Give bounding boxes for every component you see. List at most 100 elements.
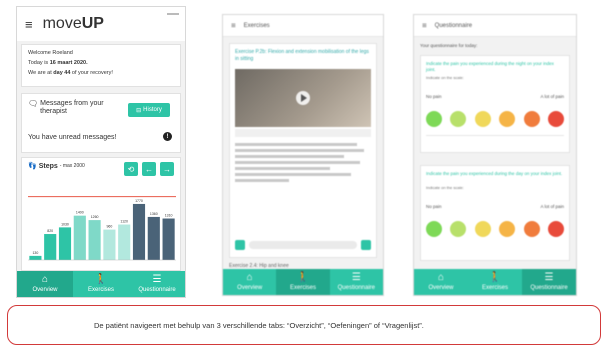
- tab-questionnaire[interactable]: ☰ Questionnaire: [522, 269, 576, 295]
- messages-title: 🗨 Messages from your therapist: [28, 99, 104, 116]
- app-header: ≡ Exercises: [223, 15, 383, 37]
- steps-bar: [73, 215, 86, 260]
- questionnaire-intro: Your questionnaire for today:: [420, 43, 478, 48]
- face-option-icon[interactable]: [474, 221, 491, 237]
- steps-controls: ⟲ ← →: [124, 162, 174, 176]
- questionnaire-screen: ≡ Questionnaire Your questionnaire for t…: [413, 14, 577, 296]
- steps-bar: [118, 224, 131, 260]
- face-option-icon[interactable]: [523, 221, 540, 237]
- steps-bar: [29, 255, 42, 260]
- question-subtext: Indicate on the scale:: [426, 185, 464, 190]
- arrow-right-icon: →: [163, 164, 171, 174]
- bar-data-label: 1260: [91, 215, 99, 219]
- home-icon: ⌂: [437, 272, 445, 283]
- question-card: Indicate the pain you experienced during…: [420, 55, 570, 153]
- exercise-footer: [235, 239, 371, 251]
- steps-bar: [147, 216, 160, 260]
- bar-data-label: 1120: [120, 220, 128, 224]
- messages-card: 🗨 Messages from your therapist ⊟ History…: [21, 93, 181, 153]
- exercise-card: Exercise P.2b: Flexion and extension mob…: [229, 43, 377, 258]
- bar-data-label: 1030: [61, 222, 69, 226]
- divider: [426, 135, 564, 136]
- bar-data-label: 1770: [135, 199, 143, 203]
- refresh-button[interactable]: ⟲: [124, 162, 138, 176]
- hamburger-menu-icon[interactable]: ≡: [25, 17, 33, 32]
- home-icon: ⌂: [246, 272, 253, 283]
- question-text: Indicate the pain you experienced during…: [426, 171, 563, 176]
- next-button[interactable]: →: [160, 162, 174, 176]
- app-header: ≡ moveUP: [17, 7, 185, 41]
- face-option-icon[interactable]: [499, 221, 516, 237]
- steps-bar: [132, 203, 146, 260]
- question-subtext: Indicate on the scale:: [426, 75, 464, 80]
- list-icon: ☰: [351, 272, 361, 283]
- comment-field[interactable]: [249, 241, 357, 249]
- video-controls[interactable]: [235, 129, 371, 137]
- pain-scale-labels: No pain A lot of pain: [426, 94, 564, 99]
- alert-icon: !: [163, 132, 172, 141]
- play-icon[interactable]: [296, 91, 310, 105]
- tab-overview[interactable]: ⌂ Overview: [414, 269, 468, 295]
- exercise-video[interactable]: [235, 69, 371, 127]
- walk-icon: 🚶: [488, 272, 502, 283]
- face-option-icon[interactable]: [474, 111, 491, 127]
- welcome-card: Welcome Roeland Today is 16 maart 2020. …: [21, 44, 181, 87]
- hamburger-menu-icon[interactable]: ≡: [422, 21, 427, 30]
- recovery-text: We are at day 44 of your recovery!: [28, 70, 113, 76]
- steps-title: Steps: [38, 162, 58, 170]
- list-icon: ☰: [152, 274, 162, 285]
- pain-face-options: [426, 221, 564, 237]
- app-logo: moveUP: [42, 15, 104, 32]
- pain-face-options: [426, 111, 564, 127]
- face-option-icon[interactable]: [450, 221, 467, 237]
- tab-bar: ⌂ Overview 🚶 Exercises ☰ Questionnaire: [414, 269, 576, 295]
- app-header: ≡ Questionnaire: [414, 15, 576, 37]
- bar-data-label: 1360: [150, 212, 158, 216]
- bar-data-label: 960: [106, 225, 112, 229]
- history-icon: ⊟: [136, 107, 142, 114]
- history-button[interactable]: ⊟ History: [128, 103, 170, 117]
- face-option-icon[interactable]: [499, 111, 516, 127]
- steps-bar: [88, 220, 101, 260]
- steps-chart: 130 820 1030 1400 1260 960 1120 1770 1360 1310: [28, 196, 176, 261]
- face-option-icon[interactable]: [426, 111, 442, 127]
- walk-icon: 🚶: [296, 272, 310, 283]
- face-option-icon[interactable]: [450, 111, 467, 127]
- face-option-icon[interactable]: [547, 221, 564, 237]
- tab-exercises[interactable]: 🚶 Exercises: [468, 269, 522, 295]
- bar-data-label: 1310: [165, 214, 173, 218]
- welcome-greeting: Welcome Roeland: [28, 50, 73, 56]
- tab-overview[interactable]: ⌂ Overview: [223, 269, 276, 295]
- steps-card: 👣 Steps - max 2000 ⟲ ← → 130 820 1030 1400 1…: [21, 157, 181, 271]
- face-option-icon[interactable]: [426, 221, 442, 237]
- unread-messages-text: You have unread messages!: [28, 134, 117, 141]
- hamburger-menu-icon[interactable]: ≡: [231, 21, 236, 30]
- arrow-left-icon: ←: [145, 164, 153, 174]
- bar-data-label: 130: [32, 251, 38, 255]
- steps-bar: [58, 227, 72, 260]
- caption-box: De patiënt navigeert met behulp van 3 ve…: [7, 305, 601, 345]
- pain-scale-labels: No pain A lot of pain: [426, 204, 564, 209]
- tab-overview[interactable]: ⌂ Overview: [17, 271, 73, 297]
- home-icon: ⌂: [41, 274, 49, 285]
- confirm-button[interactable]: [361, 240, 371, 250]
- question-card: Indicate the pain you experienced during…: [420, 165, 570, 261]
- tab-questionnaire[interactable]: ☰ Questionnaire: [129, 271, 185, 297]
- chat-bubble-icon: 🗨: [28, 99, 39, 108]
- refresh-icon: ⟲: [127, 164, 135, 174]
- face-option-icon[interactable]: [547, 111, 564, 127]
- face-option-icon[interactable]: [523, 111, 540, 127]
- walk-icon: 🚶: [94, 274, 108, 285]
- question-text: Indicate the pain you experienced during…: [426, 61, 554, 72]
- check-button[interactable]: [235, 240, 245, 250]
- steps-bar: [44, 234, 57, 260]
- tab-questionnaire[interactable]: ☰ Questionnaire: [330, 269, 383, 295]
- tab-exercises[interactable]: 🚶 Exercises: [73, 271, 129, 297]
- header-title: Exercises: [243, 22, 270, 29]
- exercise-title: Exercise P.2b: Flexion and extension mob…: [235, 49, 369, 62]
- tab-bar: ⌂ Overview 🚶 Exercises ☰ Questionnaire: [223, 269, 383, 295]
- previous-button[interactable]: ←: [142, 162, 156, 176]
- footsteps-icon: 👣: [28, 163, 37, 170]
- tab-exercises[interactable]: 🚶 Exercises: [276, 269, 330, 295]
- today-text: Today is 16 maart 2020.: [28, 60, 88, 66]
